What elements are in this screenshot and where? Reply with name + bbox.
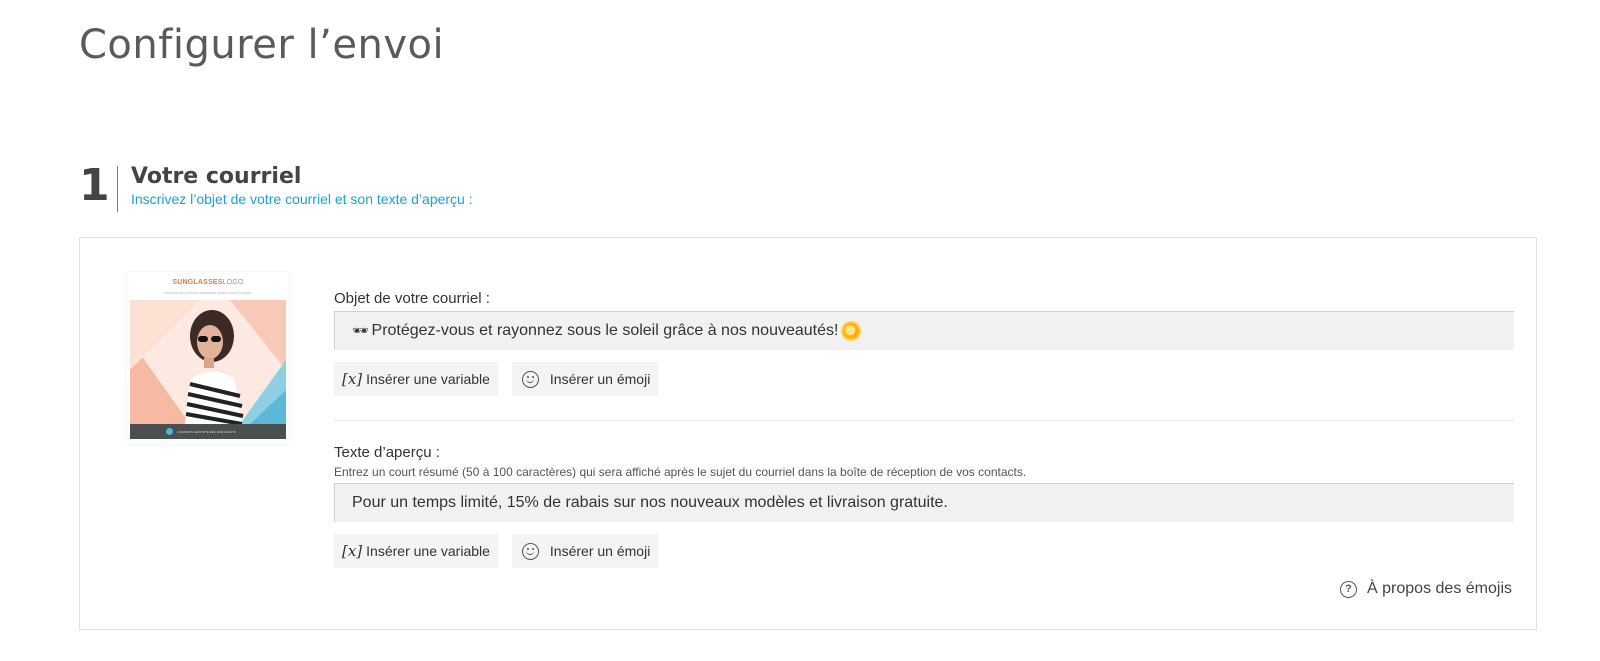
insert-emoji-label: Insérer un émoji xyxy=(549,371,651,387)
email-form: Objet de votre courriel : 🕶 Protégez-vou… xyxy=(334,290,1514,568)
step-divider xyxy=(117,166,118,212)
thumbnail-footer-text: LIVRAISON GRATUITE DÈS 100$ ACHATS xyxy=(177,429,236,434)
insert-variable-label: Insérer une variable xyxy=(366,543,490,559)
insert-emoji-label: Insérer un émoji xyxy=(549,543,651,559)
step-title: Votre courriel xyxy=(131,164,302,189)
page-title: Configurer l’envoi xyxy=(79,22,445,68)
insert-variable-label: Insérer une variable xyxy=(366,371,490,387)
preview-insert-emoji-button[interactable]: Insérer un émoji xyxy=(511,534,659,568)
thumbnail-logo-suffix: LOGO xyxy=(222,279,244,286)
sun-icon xyxy=(843,323,860,339)
thumbnail-logo-brand: SUNGLASSES xyxy=(172,279,223,286)
section-divider xyxy=(334,420,1514,421)
subject-label: Objet de votre courriel : xyxy=(334,290,490,307)
step-subtitle: Inscrivez l’objet de votre courriel et s… xyxy=(131,191,473,207)
preview-insert-variable-button[interactable]: [x] Insérer une variable xyxy=(334,534,498,568)
thumbnail-footer: LIVRAISON GRATUITE DÈS 100$ ACHATS xyxy=(130,424,286,439)
thumbnail-tagline: NOUVEAUTÉS STRAND SWIMWEAR SPORT CARTE C… xyxy=(164,291,252,295)
preview-label: Texte d’aperçu : xyxy=(334,444,440,461)
email-card: SUNGLASSESLOGO NOUVEAUTÉS STRAND SWIMWEA… xyxy=(79,237,1537,630)
subject-input[interactable]: 🕶 Protégez-vous et rayonnez sous le sole… xyxy=(334,311,1514,350)
preview-help-text: Entrez un court résumé (50 à 100 caractè… xyxy=(334,465,1027,479)
preview-tools: [x] Insérer une variable Insérer un émoj… xyxy=(334,534,1514,568)
thumbnail-footer-icon xyxy=(166,428,173,435)
help-icon: ? xyxy=(1340,580,1358,598)
smiley-icon xyxy=(521,542,539,560)
step-header: 1 Votre courriel Inscrivez l’objet de vo… xyxy=(79,164,473,212)
preview-input[interactable]: Pour un temps limité, 15% de rabais sur … xyxy=(334,483,1514,522)
subject-insert-emoji-button[interactable]: Insérer un émoji xyxy=(511,362,659,396)
subject-insert-variable-button[interactable]: [x] Insérer une variable xyxy=(334,362,498,396)
about-emojis-label: À propos des émojis xyxy=(1367,580,1512,597)
variable-icon: [x] xyxy=(342,370,363,388)
thumbnail-hero-image xyxy=(130,300,286,424)
subject-value: Protégez-vous et rayonnez sous le soleil… xyxy=(371,322,839,339)
step-number: 1 xyxy=(79,160,110,211)
preview-value: Pour un temps limité, 15% de rabais sur … xyxy=(352,494,948,511)
subject-tools: [x] Insérer une variable Insérer un émoj… xyxy=(334,362,1514,396)
about-emojis-link[interactable]: ? À propos des émojis xyxy=(1340,580,1512,598)
email-thumbnail[interactable]: SUNGLASSESLOGO NOUVEAUTÉS STRAND SWIMWEA… xyxy=(127,272,289,444)
thumbnail-logo: SUNGLASSESLOGO xyxy=(127,279,289,286)
variable-icon: [x] xyxy=(342,542,363,560)
step-text: Votre courriel Inscrivez l’objet de votr… xyxy=(131,164,473,208)
sunglasses-emoji-icon: 🕶 xyxy=(352,323,369,338)
smiley-icon xyxy=(521,370,539,388)
